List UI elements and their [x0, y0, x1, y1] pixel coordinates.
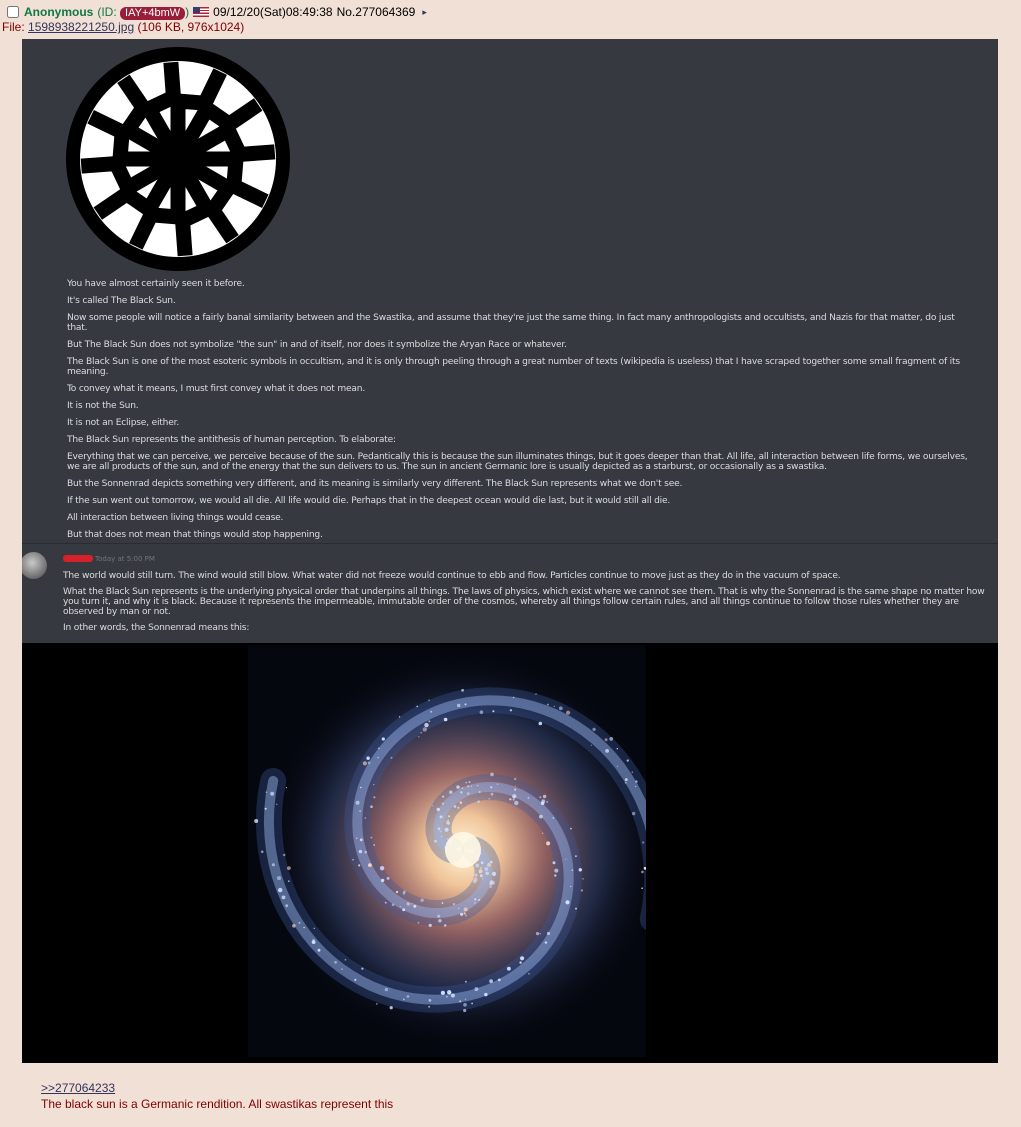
redacted-username	[63, 555, 93, 562]
post-number[interactable]: No.277064369	[337, 5, 416, 19]
poster-id: (ID: IAY+4bmW)	[97, 5, 189, 20]
file-meta: (106 KB, 976x1024)	[137, 20, 245, 34]
message-line: Now some people will notice a fairly ban…	[67, 313, 955, 333]
post-datetime: 09/12/20(Sat)08:49:38	[213, 5, 333, 19]
avatar	[22, 552, 47, 579]
poster-id-suffix: )	[185, 4, 190, 19]
message-line: The world would still turn. The wind wou…	[63, 571, 841, 581]
discord-message-2: The world would still turn. The wind wou…	[63, 571, 998, 633]
message-line: But The Black Sun does not symbolize "th…	[67, 340, 567, 350]
poster-name: Anonymous	[24, 5, 94, 19]
discord-message-1: You have almost certainly seen it before…	[67, 279, 972, 540]
message-line: Everything that we can perceive, we perc…	[67, 452, 968, 472]
post-menu-arrow-icon[interactable]: ▸	[422, 7, 427, 18]
message-line: In other words, the Sonnenrad means this…	[63, 623, 250, 633]
message-line: The Black Sun represents the antithesis …	[67, 435, 396, 445]
file-link[interactable]: 1598938221250.jpg	[28, 20, 134, 34]
message-line: To convey what it means, I must first co…	[67, 384, 366, 394]
file-label: File:	[2, 20, 25, 34]
spiral-galaxy-image	[248, 645, 646, 1057]
message-line: If the sun went out tomorrow, we would a…	[67, 496, 671, 506]
post-comment: The black sun is a Germanic rendition. A…	[41, 1097, 394, 1111]
file-info-line: File: 1598938221250.jpg (106 KB, 976x102…	[2, 20, 244, 34]
message-line: All interaction between living things wo…	[67, 513, 284, 523]
poster-id-prefix: (ID:	[97, 4, 117, 19]
post-select-checkbox[interactable]	[7, 6, 19, 18]
message-line: But the Sonnenrad depicts something very…	[67, 479, 683, 489]
black-sun-symbol-icon	[66, 47, 290, 271]
message-line: You have almost certainly seen it before…	[67, 279, 245, 289]
message-divider	[22, 543, 998, 544]
post-header: Anonymous (ID: IAY+4bmW) 09/12/20(Sat)08…	[7, 4, 427, 20]
message-line: It is not an Eclipse, either.	[67, 418, 180, 428]
poster-id-badge[interactable]: IAY+4bmW	[120, 6, 186, 20]
message-timestamp: Today at 5:00 PM	[95, 555, 155, 563]
message-line: The Black Sun is one of the most esoteri…	[67, 357, 960, 377]
reply-quote-link[interactable]: >>277064233	[41, 1081, 115, 1095]
us-flag-icon	[193, 7, 210, 17]
message-line: It's called The Black Sun.	[67, 296, 176, 306]
message-line: What the Black Sun represents is the und…	[63, 587, 985, 617]
message-line: But that does not mean that things would…	[67, 530, 323, 540]
message-line: It is not the Sun.	[67, 401, 139, 411]
post-attachment-image[interactable]: You have almost certainly seen it before…	[22, 39, 998, 1063]
